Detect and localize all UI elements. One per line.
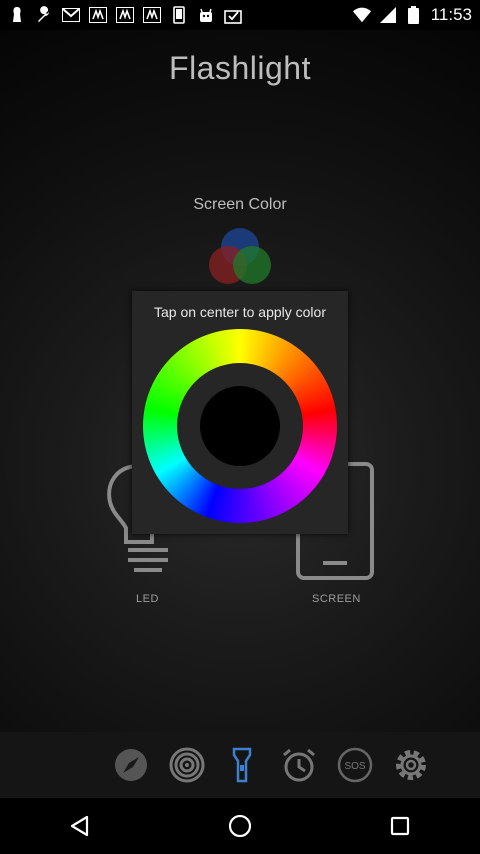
signal-icon [379,6,397,24]
battery-icon [405,6,423,24]
screen-color-button[interactable] [207,226,273,288]
navigation-bar [0,798,480,854]
page-title: Flashlight [169,50,311,86]
screen-color-label: Screen Color [193,196,287,213]
apply-color-button[interactable] [200,386,280,466]
android-icon [197,6,215,24]
compass-icon[interactable] [113,747,149,783]
screen-label: SCREEN [312,593,361,605]
wrench-icon [35,6,53,24]
home-icon[interactable] [210,798,270,854]
status-bar: 11:53 [0,0,480,30]
clock: 11:53 [430,5,472,24]
app-icon [89,6,107,24]
led-label: LED [136,593,159,605]
flashlight-icon[interactable] [224,747,260,783]
app-icon [143,6,161,24]
bottom-toolbar: SOS [0,732,480,798]
sos-label: SOS [344,761,365,772]
wifi-icon [352,6,371,24]
download-icon [224,6,242,24]
color-wheel-inner-ring [177,363,303,489]
notification-icons [8,6,242,24]
recents-icon[interactable] [370,798,430,854]
gmail-icon [62,6,80,24]
target-icon[interactable] [169,747,205,783]
color-picker-dialog: Tap on center to apply color [132,291,348,534]
notification-icon [8,6,26,24]
alarm-clock-icon[interactable] [281,747,317,783]
color-wheel[interactable] [143,329,337,523]
back-icon[interactable] [50,798,110,854]
app-icon [116,6,134,24]
settings-icon[interactable] [393,747,429,783]
dialog-title: Tap on center to apply color [154,304,326,320]
phone-icon [170,6,188,24]
sos-icon[interactable]: SOS [337,747,373,783]
